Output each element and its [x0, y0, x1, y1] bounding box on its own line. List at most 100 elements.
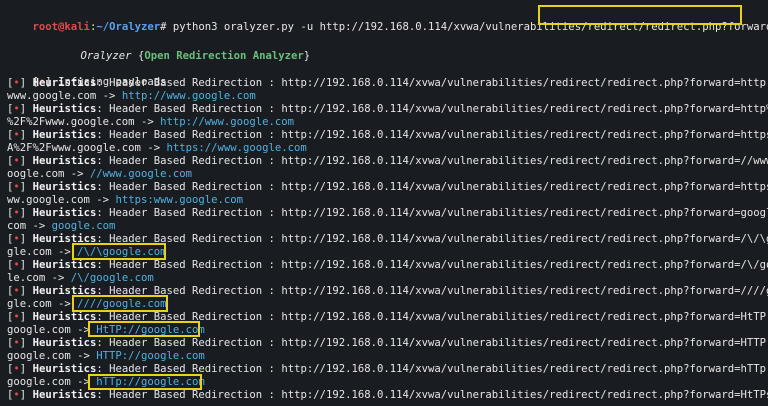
redirect-target: https://www.google.com — [166, 142, 307, 154]
highlight-box-command — [538, 5, 742, 25]
heuristics-separator: : Header Based Redirection : — [96, 155, 282, 167]
result-line: [•] Heuristics: Header Based Redirection… — [7, 259, 768, 272]
payload-part-b: ww.google.com — [7, 194, 90, 206]
base-url: http://192.168.0.114/xvwa/vulnerabilitie… — [281, 389, 741, 401]
status-bracket-close: ] — [19, 311, 27, 323]
base-url: http://192.168.0.114/xvwa/vulnerabilitie… — [281, 155, 741, 167]
result-line: [•] Heuristics: Header Based Redirection… — [7, 77, 768, 90]
status-bracket-close: ] — [19, 77, 27, 89]
heuristics-label: Heuristics — [32, 337, 97, 349]
status-bracket-close: ] — [19, 389, 27, 401]
highlight-box-result-12 — [88, 374, 202, 390]
payload-part-a: HtTPs:/ — [740, 389, 768, 401]
heuristics-separator: : Header Based Redirection : — [96, 77, 282, 89]
result-line: [•] Heuristics: Header Based Redirection… — [7, 155, 768, 168]
redirect-target: http://www.google.com — [121, 90, 256, 102]
redirect-target: //www.google.com — [89, 168, 192, 180]
result-continuation-line: %2F%2Fwww.google.com -> http://www.googl… — [7, 116, 294, 129]
payload-part-b: google.com — [7, 376, 71, 388]
redirect-arrow: -> — [140, 142, 167, 154]
terminal-window[interactable]: root@kali:~/Oralyzer# python3 oralyzer.p… — [0, 0, 768, 406]
heuristics-separator: : Header Based Redirection : — [96, 129, 282, 141]
base-url: http://192.168.0.114/xvwa/vulnerabilitie… — [281, 129, 741, 141]
payload-part-a: http%3A — [740, 103, 768, 115]
payload-part-a: /\/goog — [740, 259, 768, 271]
result-continuation-line: google.com -> HTTP://google.com — [7, 350, 205, 363]
result-line: [•] Heuristics: Header Based Redirection… — [7, 389, 768, 402]
redirect-arrow: -> — [26, 220, 52, 232]
heuristics-separator: : Header Based Redirection : — [96, 181, 282, 193]
payload-part-a: //www.g — [740, 155, 768, 167]
base-url: http://192.168.0.114/xvwa/vulnerabilitie… — [281, 77, 741, 89]
base-url: http://192.168.0.114/xvwa/vulnerabilitie… — [281, 103, 741, 115]
highlight-box-result-7 — [72, 243, 166, 260]
prompt-user: root — [32, 21, 59, 33]
status-bracket-close: ] — [19, 363, 27, 375]
banner-close-brace: } — [303, 50, 311, 62]
heuristics-label: Heuristics — [32, 129, 97, 141]
heuristics-separator: : Header Based Redirection : — [96, 259, 282, 271]
heuristics-label: Heuristics — [32, 311, 97, 323]
payload-part-b: com — [7, 220, 27, 232]
redirect-target: google.com — [51, 220, 116, 232]
payload-part-b: A%2F%2Fwww.google.com — [7, 142, 141, 154]
heuristics-separator: : Header Based Redirection : — [96, 389, 282, 401]
payload-part-b: google.com — [7, 350, 71, 362]
status-bracket-close: ] — [19, 233, 27, 245]
highlight-box-result-9 — [72, 295, 168, 312]
result-continuation-line: com -> google.com — [7, 220, 115, 233]
result-line: [•] Heuristics: Header Based Redirection… — [7, 181, 768, 194]
result-continuation-line: ww.google.com -> https:www.google.com — [7, 194, 243, 207]
payload-part-b: gle.com — [7, 298, 52, 310]
status-bracket-close: ] — [19, 103, 27, 115]
heuristics-label: Heuristics — [32, 207, 97, 219]
result-line: [•] Heuristics: Header Based Redirection… — [7, 103, 768, 116]
redirect-target: /\/google.com — [70, 272, 154, 284]
payload-part-b: %2F%2Fwww.google.com — [7, 116, 135, 128]
payload-part-a: http:// — [740, 77, 768, 89]
heuristics-label: Heuristics — [32, 181, 97, 193]
payload-part-a: HtTP:// — [740, 311, 768, 323]
result-line: [•] Heuristics: Header Based Redirection… — [7, 207, 768, 220]
status-bracket-close: ] — [19, 129, 27, 141]
heuristics-separator: : Header Based Redirection : — [96, 103, 282, 115]
highlight-box-result-10 — [88, 321, 200, 337]
heuristics-separator: : Header Based Redirection : — [96, 337, 282, 349]
base-url: http://192.168.0.114/xvwa/vulnerabilitie… — [281, 181, 741, 193]
status-bracket-close: ] — [19, 155, 27, 167]
heuristics-label: Heuristics — [32, 389, 97, 401]
redirect-arrow: -> — [134, 116, 161, 128]
status-bracket-close: ] — [19, 259, 27, 271]
result-continuation-line: oogle.com -> //www.google.com — [7, 168, 192, 181]
banner-subtitle: Open Redirection Analyzer — [144, 50, 304, 62]
base-url: http://192.168.0.114/xvwa/vulnerabilitie… — [281, 337, 741, 349]
redirect-arrow: -> — [64, 168, 90, 180]
heuristics-label: Heuristics — [32, 155, 97, 167]
heuristics-separator: : Header Based Redirection : — [96, 207, 282, 219]
redirect-arrow: -> — [89, 194, 116, 206]
banner-name: Oralyzer — [80, 50, 132, 62]
status-bracket-close: ] — [19, 285, 27, 297]
heuristics-label: Heuristics — [32, 103, 97, 115]
base-url: http://192.168.0.114/xvwa/vulnerabilitie… — [281, 363, 741, 375]
redirect-arrow: -> — [96, 90, 122, 102]
payload-part-a: ////goo — [740, 285, 768, 297]
result-line: [•] Heuristics: Header Based Redirection… — [7, 337, 768, 350]
prompt-host: kali — [64, 21, 90, 33]
payload-part-a: /\/\goo — [740, 233, 768, 245]
heuristics-label: Heuristics — [32, 363, 97, 375]
payload-part-b: www.google.com — [7, 90, 97, 102]
base-url: http://192.168.0.114/xvwa/vulnerabilitie… — [281, 259, 741, 271]
base-url: http://192.168.0.114/xvwa/vulnerabilitie… — [281, 285, 741, 297]
base-url: http://192.168.0.114/xvwa/vulnerabilitie… — [281, 311, 741, 323]
heuristics-label: Heuristics — [32, 259, 97, 271]
status-bracket-close: ] — [19, 181, 27, 193]
payload-part-b: google.com — [7, 324, 71, 336]
redirect-target: https:www.google.com — [115, 194, 243, 206]
redirect-arrow: -> — [70, 350, 97, 362]
result-continuation-line: A%2F%2Fwww.google.com -> https://www.goo… — [7, 142, 307, 155]
status-bracket-close: ] — [19, 337, 27, 349]
payload-part-a: HTTP:// — [740, 337, 768, 349]
redirect-arrow: -> — [45, 272, 71, 284]
payload-part-b: oogle.com — [7, 168, 65, 180]
